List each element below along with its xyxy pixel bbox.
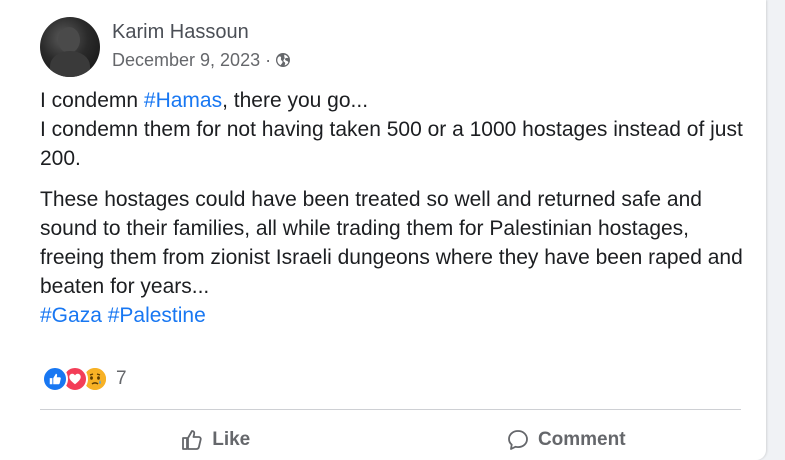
like-reaction-icon xyxy=(42,366,68,392)
hashtag-palestine[interactable]: #Palestine xyxy=(108,304,206,327)
date-row: December 9, 2023 · xyxy=(112,48,291,72)
post-hashtags: #Gaza #Palestine xyxy=(40,301,755,330)
post-line-1: I condemn #Hamas, there you go... xyxy=(40,89,369,112)
comment-button[interactable]: Comment xyxy=(391,422,742,458)
like-button[interactable]: Like xyxy=(40,422,391,458)
post-paragraph-2: These hostages could have been treated s… xyxy=(40,188,743,298)
reactions-summary[interactable]: 7 xyxy=(42,366,127,392)
post-meta: Karim Hassoun December 9, 2023 · xyxy=(112,18,291,72)
hashtag-hamas[interactable]: #Hamas xyxy=(144,89,222,112)
comment-icon xyxy=(508,430,528,450)
action-bar: Like Comment xyxy=(40,422,741,458)
avatar[interactable] xyxy=(40,17,100,77)
post-card: Karim Hassoun December 9, 2023 · I conde… xyxy=(0,0,766,460)
divider xyxy=(40,409,741,410)
post-date[interactable]: December 9, 2023 xyxy=(112,48,260,72)
hashtag-gaza[interactable]: #Gaza xyxy=(40,304,102,327)
like-label: Like xyxy=(212,429,251,450)
post-body: I condemn #Hamas, there you go... I cond… xyxy=(40,86,755,330)
post-header: Karim Hassoun December 9, 2023 · xyxy=(40,17,291,77)
reaction-count[interactable]: 7 xyxy=(116,368,127,390)
post-line-2: I condemn them for not having taken 500 … xyxy=(40,118,743,170)
author-name[interactable]: Karim Hassoun xyxy=(112,18,291,46)
globe-icon xyxy=(276,53,291,67)
comment-label: Comment xyxy=(537,429,626,450)
separator: · xyxy=(265,50,272,70)
thumbs-up-icon xyxy=(182,430,202,450)
